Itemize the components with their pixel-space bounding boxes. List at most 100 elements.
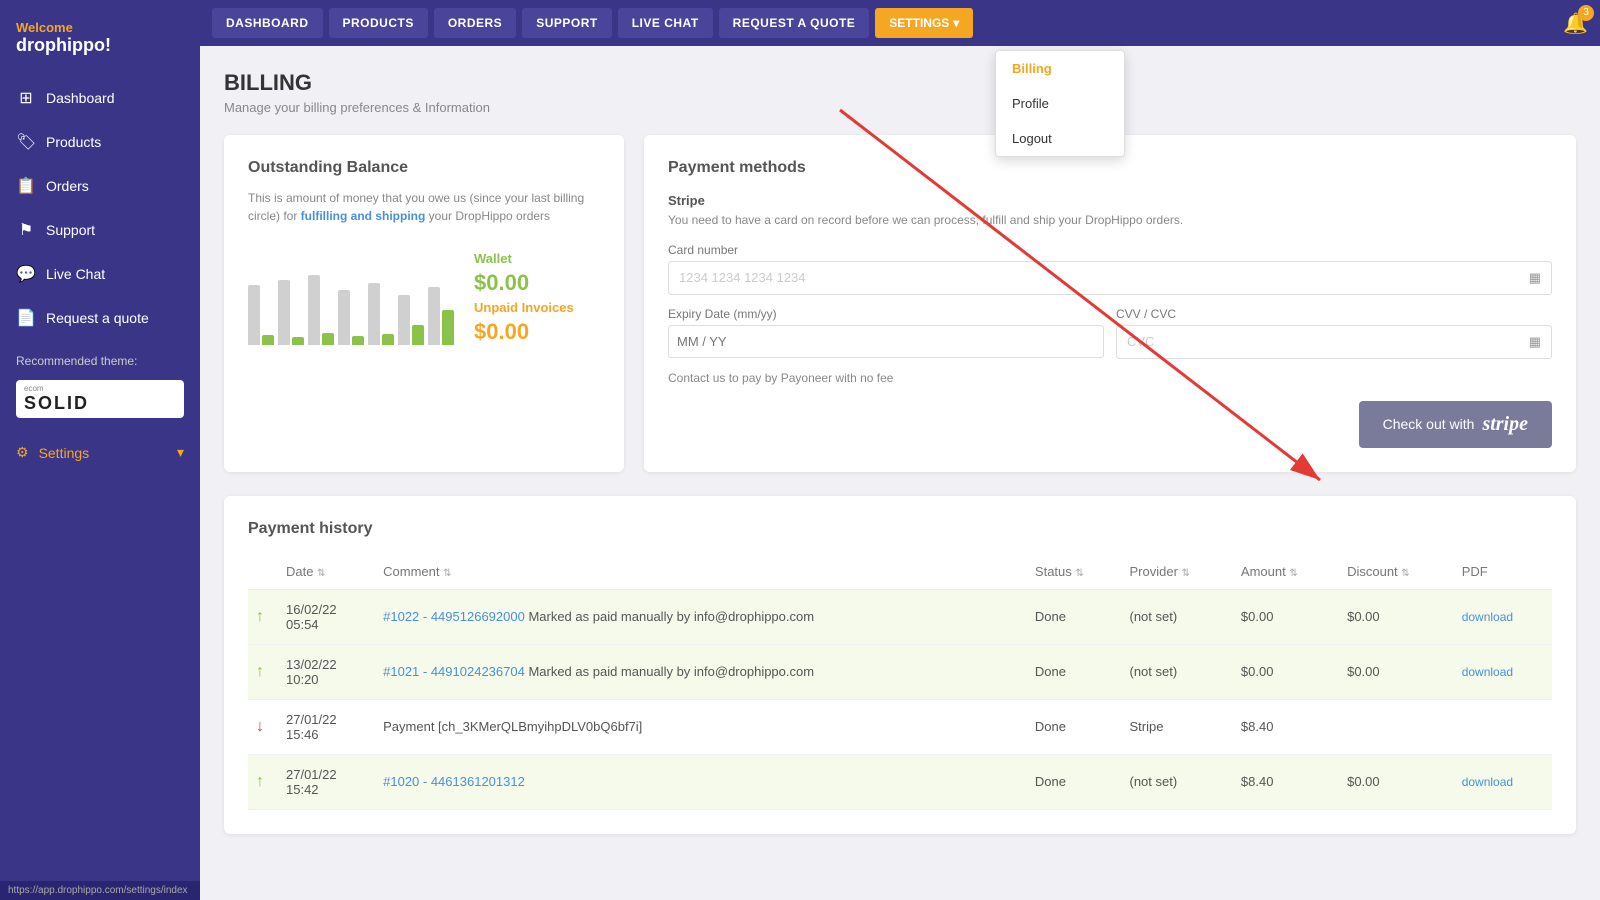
bar-gray — [398, 295, 410, 345]
support-icon: ⚑ — [16, 220, 36, 240]
bar-chart — [248, 245, 454, 345]
sidebar-item-label: Orders — [46, 178, 89, 194]
dashboard-icon: ⊞ — [16, 88, 36, 108]
cards-row: Outstanding Balance This is amount of mo… — [224, 135, 1576, 472]
sidebar-item-dashboard[interactable]: ⊞ Dashboard — [0, 76, 200, 120]
stripe-checkout-button[interactable]: Check out with stripe — [1359, 401, 1552, 448]
row-provider: Stripe — [1121, 699, 1232, 754]
bar-group-5 — [368, 283, 394, 345]
bar-gray — [278, 280, 290, 345]
table-row: ↑ 13/02/2210:20 #1021 - 4491024236704 Ma… — [248, 644, 1552, 699]
row-status: Done — [1027, 589, 1122, 644]
notification-bell[interactable]: 🔔 3 — [1563, 11, 1588, 36]
sidebar-item-livechat[interactable]: 💬 Live Chat — [0, 252, 200, 296]
payment-methods-card: Payment methods Stripe You need to have … — [644, 135, 1576, 472]
nav-btn-settings[interactable]: SETTINGS ▾ — [875, 8, 973, 38]
row-comment: #1020 - 4461361201312 — [375, 754, 1027, 809]
balance-card: Outstanding Balance This is amount of mo… — [224, 135, 624, 472]
wallet-label: Wallet — [474, 251, 574, 266]
page-content: BILLING Manage your billing preferences … — [200, 46, 1600, 900]
bar-green — [292, 337, 304, 345]
page-title: BILLING — [224, 70, 1576, 96]
table-row: ↑ 16/02/2205:54 #1022 - 4495126692000 Ma… — [248, 589, 1552, 644]
row-amount: $0.00 — [1233, 589, 1339, 644]
unpaid-amount: $0.00 — [474, 319, 574, 345]
row-amount: $8.40 — [1233, 699, 1339, 754]
payment-history-section: Payment history Date ⇅ Comment ⇅ Status … — [224, 496, 1576, 834]
notification-badge: 3 — [1578, 5, 1594, 21]
table-row: ↓ 27/01/2215:46 Payment [ch_3KMerQLBmyih… — [248, 699, 1552, 754]
row-discount — [1339, 699, 1454, 754]
sidebar: Welcome drophippo! ⊞ Dashboard 🏷 Product… — [0, 0, 200, 900]
orders-icon: 📋 — [16, 176, 36, 196]
stripe-description: You need to have a card on record before… — [668, 212, 1552, 229]
bar-green — [382, 334, 394, 345]
col-date: Date ⇅ — [278, 554, 375, 590]
row-pdf: download — [1454, 589, 1552, 644]
bar-gray — [308, 275, 320, 345]
nav-btn-products[interactable]: PRODUCTS — [329, 8, 428, 38]
row-provider: (not set) — [1121, 644, 1232, 699]
balance-card-title: Outstanding Balance — [248, 159, 600, 177]
row-comment: #1022 - 4495126692000 Marked as paid man… — [375, 589, 1027, 644]
bar-gray — [338, 290, 350, 345]
sidebar-item-orders[interactable]: 📋 Orders — [0, 164, 200, 208]
settings-dropdown-menu: Billing Profile Logout — [995, 50, 1125, 157]
bar-green — [442, 310, 454, 345]
row-arrow-up-icon: ↑ — [256, 663, 264, 680]
pdf-download-link[interactable]: download — [1462, 775, 1513, 789]
settings-dropdown-arrow: ▾ — [953, 16, 959, 30]
pdf-download-link[interactable]: download — [1462, 610, 1513, 624]
user-name: drophippo! — [16, 35, 184, 56]
sidebar-item-label: Products — [46, 134, 101, 150]
sidebar-settings-item[interactable]: ⚙ Settings ▾ — [0, 432, 200, 473]
sidebar-recommended-label: Recommended theme: — [0, 340, 200, 376]
row-comment: #1021 - 4491024236704 Marked as paid man… — [375, 644, 1027, 699]
row-amount: $0.00 — [1233, 644, 1339, 699]
sidebar-item-quote[interactable]: 📄 Request a quote — [0, 296, 200, 340]
pdf-download-link[interactable]: download — [1462, 665, 1513, 679]
sidebar-logo: ecom SOLID — [16, 380, 184, 418]
sidebar-item-products[interactable]: 🏷 Products — [0, 120, 200, 164]
sidebar-nav: ⊞ Dashboard 🏷 Products 📋 Orders ⚑ Suppor… — [0, 76, 200, 340]
bar-gray — [248, 285, 260, 345]
settings-chevron-icon: ▾ — [177, 444, 184, 461]
col-pdf: PDF — [1454, 554, 1552, 590]
checkout-text: Check out with — [1383, 416, 1475, 432]
nav-btn-dashboard[interactable]: DASHBOARD — [212, 8, 323, 38]
comment-link[interactable]: #1020 - 4461361201312 — [383, 774, 525, 789]
bar-group-3 — [308, 275, 334, 345]
sidebar-item-label: Live Chat — [46, 266, 105, 282]
nav-btn-support[interactable]: SUPPORT — [522, 8, 612, 38]
main-area: DASHBOARD PRODUCTS ORDERS SUPPORT LIVE C… — [200, 0, 1600, 900]
expiry-input[interactable] — [668, 325, 1104, 358]
bar-gray — [428, 287, 440, 345]
col-comment: Comment ⇅ — [375, 554, 1027, 590]
col-amount: Amount ⇅ — [1233, 554, 1339, 590]
comment-link[interactable]: #1022 - 4495126692000 — [383, 609, 525, 624]
dropdown-item-billing[interactable]: Billing — [996, 51, 1124, 86]
card-number-placeholder: 1234 1234 1234 1234 — [679, 270, 806, 285]
cvv-group: CVV / CVC CVC ▦ — [1116, 307, 1552, 359]
payoneer-link-text: Contact us to pay by Payoneer with no fe… — [668, 371, 1552, 385]
col-status: Status ⇅ — [1027, 554, 1122, 590]
nav-btn-orders[interactable]: ORDERS — [434, 8, 516, 38]
cvv-placeholder: CVC — [1127, 334, 1154, 349]
wallet-amount: $0.00 — [474, 270, 574, 296]
dropdown-item-profile[interactable]: Profile — [996, 86, 1124, 121]
settings-gear-icon: ⚙ — [16, 444, 29, 461]
stripe-section-title: Stripe — [668, 193, 1552, 208]
sidebar-url: https://app.drophippo.com/settings/index — [0, 881, 200, 900]
expiry-group: Expiry Date (mm/yy) — [668, 307, 1104, 359]
sidebar-item-support[interactable]: ⚑ Support — [0, 208, 200, 252]
row-pdf: download — [1454, 754, 1552, 809]
cvv-label: CVV / CVC — [1116, 307, 1552, 321]
nav-btn-livechat[interactable]: LIVE CHAT — [618, 8, 713, 38]
bar-group-2 — [278, 280, 304, 345]
comment-link[interactable]: #1021 - 4491024236704 — [383, 664, 525, 679]
dropdown-item-logout[interactable]: Logout — [996, 121, 1124, 156]
bar-group-6 — [398, 295, 424, 345]
sidebar-settings-label: Settings — [39, 445, 90, 461]
nav-btn-quote[interactable]: REQUEST A QUOTE — [719, 8, 870, 38]
bar-green — [352, 336, 364, 345]
